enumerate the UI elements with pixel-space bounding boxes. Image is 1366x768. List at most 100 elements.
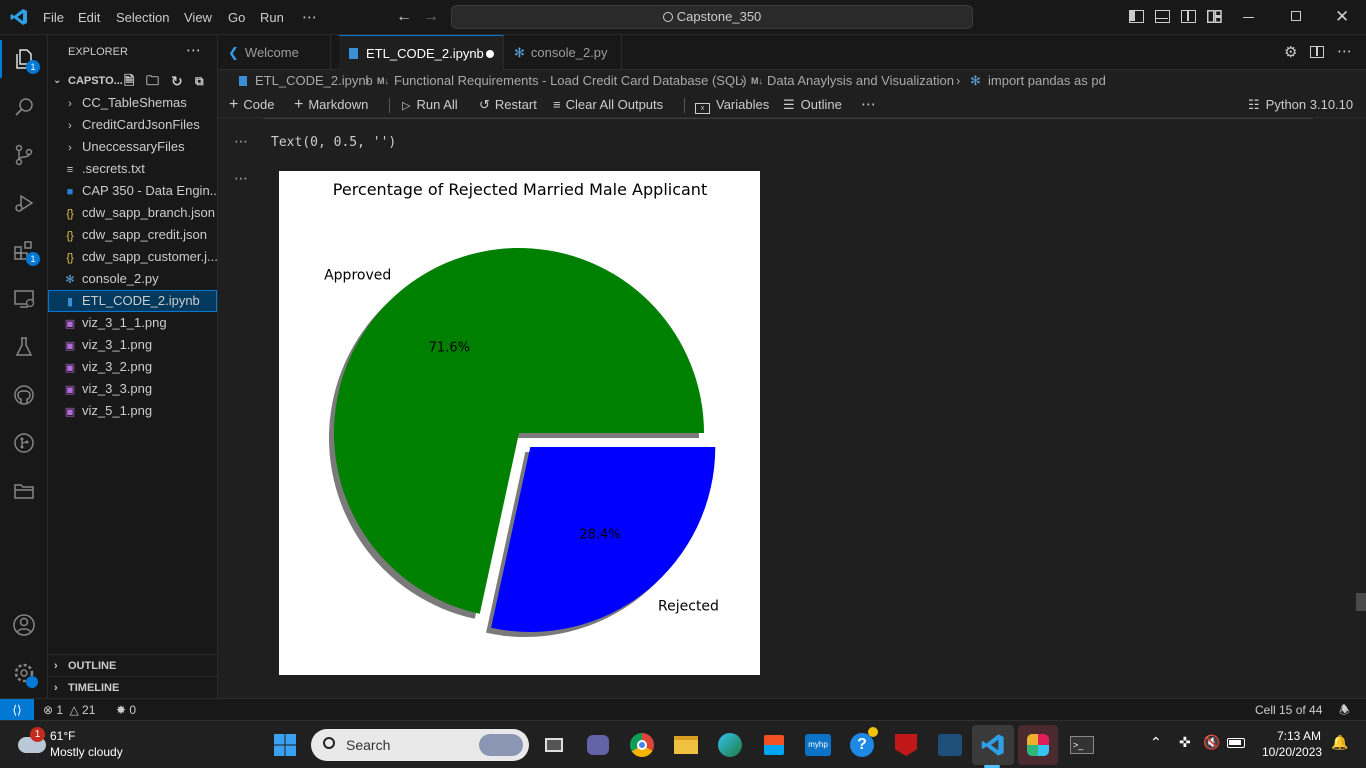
file-tree-item[interactable]: › CreditCardJsonFiles xyxy=(48,114,217,136)
add-markdown-cell-button[interactable]: + Markdown xyxy=(294,92,368,118)
slack-icon[interactable] xyxy=(1024,731,1052,759)
menu-selection[interactable]: Selection xyxy=(116,0,169,35)
windows-start-icon[interactable] xyxy=(271,731,299,759)
toolbar-more-button[interactable]: ⋯ xyxy=(861,92,876,118)
extensions-icon[interactable]: 1 xyxy=(0,227,48,275)
file-tree-item[interactable]: {} cdw_sapp_branch.json xyxy=(48,202,217,224)
mcafee-icon[interactable] xyxy=(892,731,920,759)
mysql-workbench-icon[interactable] xyxy=(936,731,964,759)
myhp-icon[interactable]: myhp xyxy=(804,731,832,759)
menu-edit[interactable]: Edit xyxy=(78,0,100,35)
show-hidden-icons-chevron-icon[interactable]: ⌃ xyxy=(1150,734,1162,751)
command-center-search[interactable]: Capstone_350 xyxy=(451,5,973,29)
teams-chat-icon[interactable] xyxy=(584,731,612,759)
unsaved-dot-icon[interactable] xyxy=(486,50,494,58)
breadcrumb-section-1[interactable]: Functional Requirements - Load Credit Ca… xyxy=(394,70,747,92)
wifi-icon[interactable]: ✜ xyxy=(1179,734,1191,751)
outline-section-header[interactable]: › OUTLINE xyxy=(48,654,217,676)
notebook-settings-icon[interactable]: ⚙ xyxy=(1284,43,1297,61)
explorer-more-icon[interactable]: ⋯ xyxy=(186,41,201,59)
cell-indicator[interactable]: Cell 15 of 44 xyxy=(1255,699,1322,721)
folder-manager-icon[interactable] xyxy=(0,467,48,515)
refresh-icon[interactable]: ↻ xyxy=(171,70,183,92)
battery-icon[interactable] xyxy=(1227,738,1245,748)
menu-go[interactable]: Go xyxy=(228,0,245,35)
scrollbar-thumb[interactable] xyxy=(1356,593,1366,611)
file-tree-item[interactable]: {} cdw_sapp_customer.j... xyxy=(48,246,217,268)
taskbar-time[interactable]: 7:13 AM xyxy=(1277,729,1321,743)
restart-button[interactable]: ↺ Restart xyxy=(479,92,537,118)
get-help-icon[interactable]: ? xyxy=(848,727,878,759)
timeline-section-header[interactable]: › TIMELINE xyxy=(48,676,217,698)
file-tree-item[interactable]: ■ CAP 350 - Data Engin... xyxy=(48,180,217,202)
minimize-window-icon[interactable] xyxy=(1243,17,1254,18)
menu-more[interactable]: ⋯ xyxy=(302,0,317,35)
run-debug-icon[interactable] xyxy=(0,179,48,227)
settings-gear-icon[interactable] xyxy=(0,649,48,697)
new-file-icon[interactable]: 🗎 xyxy=(124,70,134,92)
restore-window-icon[interactable] xyxy=(1291,11,1301,21)
remote-explorer-icon[interactable] xyxy=(0,275,48,323)
terminal-icon[interactable]: >_ xyxy=(1068,731,1096,759)
menu-view[interactable]: View xyxy=(184,0,212,35)
file-tree-item[interactable]: › UneccessaryFiles xyxy=(48,136,217,158)
file-tree-item[interactable]: ▮ ETL_CODE_2.ipynb xyxy=(48,290,217,312)
vscode-taskbar-icon[interactable] xyxy=(979,731,1007,759)
output-ellipsis-2[interactable]: ⋯ xyxy=(234,170,248,187)
toggle-sidebar-icon[interactable] xyxy=(1129,10,1144,23)
file-tree-item[interactable]: › CC_TableShemas xyxy=(48,92,217,114)
breadcrumb-symbol[interactable]: import pandas as pd xyxy=(988,70,1106,92)
file-tree-item[interactable]: {} cdw_sapp_credit.json xyxy=(48,224,217,246)
ports-button[interactable]: ✸ 0 xyxy=(116,699,136,721)
customize-layout-icon[interactable] xyxy=(1207,10,1222,23)
run-all-button[interactable]: ▷ Run All xyxy=(402,92,458,119)
remote-indicator-button[interactable]: ⟨⟩ xyxy=(0,699,34,720)
add-code-cell-button[interactable]: + Code xyxy=(229,92,274,118)
problems-button[interactable]: ⊗ 1 △ 21 xyxy=(43,699,95,721)
menu-file[interactable]: File xyxy=(43,0,64,35)
weather-widget[interactable]: 1 61°F Mostly cloudy xyxy=(14,727,164,763)
breadcrumb-section-2[interactable]: Data Anaylysis and Visualization xyxy=(767,70,954,92)
close-window-icon[interactable]: ✕ xyxy=(1335,7,1349,27)
kernel-picker[interactable]: ☷ Python 3.10.10 xyxy=(1248,92,1353,118)
github-icon[interactable] xyxy=(0,371,48,419)
clear-all-outputs-button[interactable]: ≡ Clear All Outputs xyxy=(553,92,663,118)
git-graph-icon[interactable] xyxy=(0,419,48,467)
forward-arrow-icon[interactable]: → xyxy=(423,8,439,26)
split-editor-icon[interactable] xyxy=(1310,46,1324,58)
file-tree-item[interactable]: ▣ viz_3_2.png xyxy=(48,356,217,378)
taskbar-date[interactable]: 10/20/2023 xyxy=(1262,745,1322,759)
back-arrow-icon[interactable]: ← xyxy=(396,8,412,26)
file-tree-item[interactable]: ▣ viz_3_1_1.png xyxy=(48,312,217,334)
edge-icon[interactable] xyxy=(716,731,744,759)
microsoft-store-icon[interactable] xyxy=(760,731,788,759)
file-tree-item[interactable]: ▣ viz_5_1.png xyxy=(48,400,217,422)
notifications-bell-icon[interactable]: 🕭 xyxy=(1339,699,1350,721)
collapse-all-icon[interactable]: ⧉ xyxy=(195,70,204,92)
tab-etl-code[interactable]: ETL_CODE_2.ipynb xyxy=(339,35,504,70)
variables-button[interactable]: x Variables xyxy=(695,92,769,118)
file-tree-item[interactable]: ✻ console_2.py xyxy=(48,268,217,290)
outline-button[interactable]: ☰ Outline xyxy=(783,92,842,118)
accounts-icon[interactable] xyxy=(0,601,48,649)
source-control-icon[interactable] xyxy=(0,131,48,179)
toggle-secondary-sidebar-icon[interactable] xyxy=(1181,10,1196,23)
file-tree-item[interactable]: ▣ viz_3_1.png xyxy=(48,334,217,356)
tab-console[interactable]: ✻ console_2.py xyxy=(504,35,622,70)
file-tree-item[interactable]: ▣ viz_3_3.png xyxy=(48,378,217,400)
more-actions-icon[interactable]: ⋯ xyxy=(1337,42,1352,60)
task-view-icon[interactable] xyxy=(540,731,568,759)
notification-bell-icon[interactable]: 🔔 xyxy=(1331,734,1348,751)
output-ellipsis-1[interactable]: ⋯ xyxy=(234,133,248,150)
tab-welcome[interactable]: ❮ Welcome xyxy=(218,35,331,70)
search-view-icon[interactable] xyxy=(0,83,48,131)
toggle-panel-icon[interactable] xyxy=(1155,10,1170,23)
chrome-icon[interactable] xyxy=(628,731,656,759)
file-explorer-icon[interactable] xyxy=(672,731,700,759)
taskbar-search-box[interactable]: Search xyxy=(311,729,529,761)
menu-run[interactable]: Run xyxy=(260,0,284,35)
explorer-icon[interactable]: 1 xyxy=(0,35,48,83)
volume-muted-icon[interactable]: 🔇 xyxy=(1203,734,1220,751)
new-folder-icon[interactable]: 🗀 xyxy=(146,70,159,92)
workspace-folder-header[interactable]: ⌄ CAPSTO... 🗎 🗀 ↻ ⧉ xyxy=(48,70,217,92)
